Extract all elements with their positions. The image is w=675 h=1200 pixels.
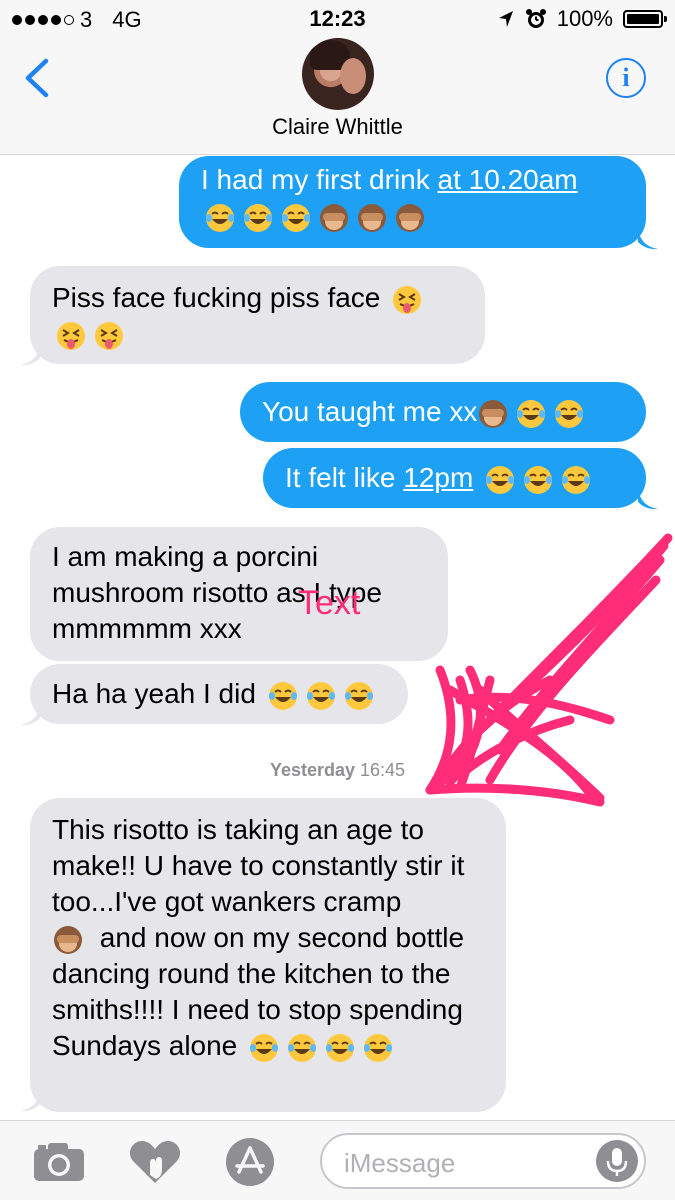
annotation-text: Text [298, 584, 361, 622]
tongue-out-emoji-icon [393, 285, 422, 314]
message-text: Ha ha yeah I did [52, 678, 256, 709]
timestamp-time: 16:45 [360, 760, 406, 780]
contact-name[interactable]: Claire Whittle [0, 114, 675, 140]
see-no-evil-monkey-emoji-icon [320, 203, 348, 232]
emoji-row [201, 200, 429, 232]
see-no-evil-monkey-emoji-icon [358, 203, 386, 232]
imessage-text-input[interactable] [342, 1143, 586, 1183]
status-bar: 3 4G 12:23 100% [0, 0, 675, 38]
alarm-clock-icon [525, 9, 546, 28]
laughing-crying-emoji-icon [524, 465, 553, 494]
messages-screen: Claire Whittle i 3 4G 12:23 100% I had m… [0, 0, 675, 1200]
message-bubble-incoming[interactable]: Piss face fucking piss face [30, 266, 485, 364]
laughing-crying-emoji-icon [244, 203, 272, 232]
message-text: You taught me xx [262, 396, 478, 427]
bubble-tail [638, 488, 658, 510]
see-no-evil-monkey-emoji-icon [54, 925, 82, 954]
microphone-button[interactable] [596, 1140, 638, 1182]
message-text: Piss face fucking piss face [52, 282, 381, 313]
annotation-arrow-scribble [425, 533, 673, 807]
message-text: It felt like [285, 462, 404, 493]
message-bubble-outgoing[interactable]: You taught me xx [240, 382, 646, 442]
back-chevron-icon[interactable] [20, 58, 54, 98]
timestamp-day: Yesterday [269, 760, 355, 780]
laughing-crying-emoji-icon [306, 681, 335, 710]
laughing-crying-emoji-icon [250, 1033, 279, 1062]
laughing-crying-emoji-icon [326, 1033, 355, 1062]
laughing-crying-emoji-icon [486, 465, 515, 494]
laughing-crying-emoji-icon [364, 1033, 393, 1062]
battery-icon [623, 10, 667, 28]
laughing-crying-emoji-icon [555, 399, 584, 428]
message-time-link[interactable]: at 10.20am [438, 164, 578, 195]
location-arrow-icon [498, 11, 513, 27]
digital-touch-heart-icon[interactable] [128, 1139, 182, 1185]
see-no-evil-monkey-emoji-icon [479, 399, 508, 428]
laughing-crying-emoji-icon [288, 1033, 317, 1062]
message-bubble-outgoing[interactable]: It felt like 12pm [263, 448, 646, 508]
message-compose-bar [0, 1120, 675, 1200]
laughing-crying-emoji-icon [282, 203, 310, 232]
message-bubble-incoming[interactable]: I am making a porcini mushroom risotto a… [30, 527, 448, 661]
camera-icon[interactable] [32, 1141, 86, 1183]
message-bubble-outgoing[interactable]: I had my first drink at 10.20am [179, 156, 646, 248]
message-time-link[interactable]: 12pm [403, 462, 473, 493]
imessage-input-container [320, 1133, 646, 1189]
message-text: This risotto is taking an age to make!! … [52, 814, 465, 917]
status-right: 100% [497, 6, 667, 32]
bubble-tail [20, 704, 40, 726]
app-store-icon[interactable] [225, 1137, 275, 1187]
laughing-crying-emoji-icon [344, 681, 373, 710]
laughing-crying-emoji-icon [206, 203, 234, 232]
laughing-crying-emoji-icon [268, 681, 297, 710]
tongue-out-emoji-icon [57, 321, 85, 350]
battery-percent: 100% [556, 6, 613, 31]
microphone-icon [606, 1148, 628, 1176]
contact-avatar[interactable] [302, 38, 374, 110]
message-bubble-incoming[interactable]: This risotto is taking an age to make!! … [30, 798, 506, 1112]
bubble-tail [638, 228, 658, 250]
message-bubble-incoming[interactable]: Ha ha yeah I did [30, 664, 408, 724]
laughing-crying-emoji-icon [517, 399, 546, 428]
laughing-crying-emoji-icon [562, 465, 591, 494]
tongue-out-emoji-icon [95, 321, 123, 350]
info-button[interactable]: i [606, 58, 646, 98]
bubble-tail [20, 1090, 40, 1112]
bubble-tail [20, 344, 40, 366]
see-no-evil-monkey-emoji-icon [396, 203, 424, 232]
message-text: I had my first drink [201, 164, 438, 195]
